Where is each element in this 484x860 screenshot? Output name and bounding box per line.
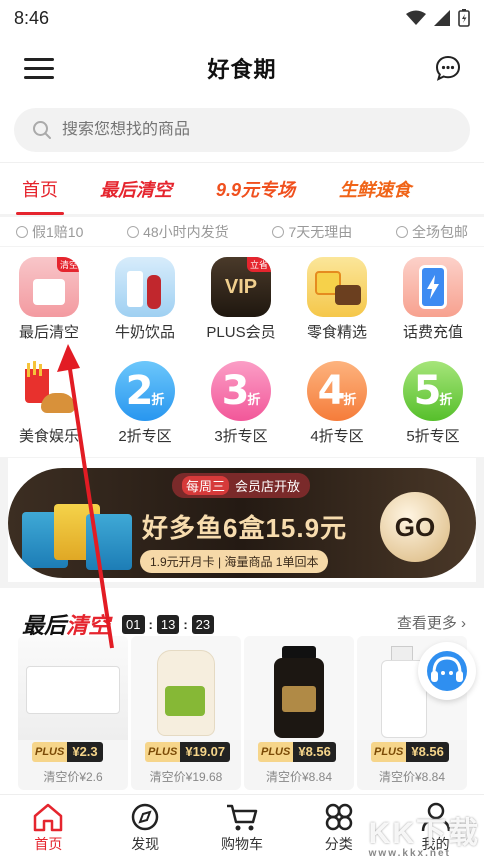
milk-drink-icon [115,257,175,317]
discount-badge-icon: 4折 [307,361,367,421]
category-50-percent[interactable]: 5折 5折专区 [385,351,481,446]
banner-badge: 每周三 会员店开放 [172,473,311,498]
product-image [18,636,128,740]
nav-home[interactable]: 首页 [0,795,97,860]
home-icon [34,803,63,831]
promise-item: 全场包邮 [395,222,468,242]
wifi-icon [406,10,426,25]
promise-item: 假1赔10 [16,222,83,242]
plus-price-tag: PLUS ¥19.07 [145,742,231,762]
search-input[interactable] [62,121,422,139]
product-card[interactable]: PLUS ¥2.3 清空价¥2.6 [18,636,128,790]
clock-icon [127,225,140,238]
banner-headline: 好多鱼6盒15.9元 [142,513,348,543]
plus-price-tag: PLUS ¥2.3 [32,742,103,762]
banner-go-button[interactable]: GO [380,492,450,562]
category-label: 2折专区 [118,428,172,445]
customer-service-button[interactable] [418,642,476,700]
category-label: 3折专区 [214,428,268,445]
guarantee-icon [16,225,28,238]
category-label: 4折专区 [310,428,364,445]
category-label: 美食娱乐 [18,428,79,445]
headset-icon [427,651,467,691]
product-image [244,636,354,740]
search-area [0,100,484,162]
view-more-link[interactable]: 查看更多 › [397,612,466,633]
last-clearance-section: 最后清空 01: 13: 23 查看更多 › PLUS ¥2.3 清空价¥2.6 … [0,588,484,794]
discount-badge-icon: 5折 [403,361,463,421]
category-snacks[interactable]: 零食精选 [289,247,385,342]
search-icon [33,121,51,139]
category-20-percent[interactable]: 2折 2折专区 [97,351,193,446]
category-label: 5折专区 [406,428,460,445]
discount-badge-icon: 2折 [115,361,175,421]
promise-item: 48小时内发货 [127,222,229,242]
category-milk-drinks[interactable]: 牛奶饮品 [97,247,193,342]
category-30-percent[interactable]: 3折 3折专区 [193,351,289,446]
nav-discover[interactable]: 发现 [97,795,194,860]
original-price: 清空价¥19.68 [149,770,223,784]
countdown-timer: 01: 13: 23 [122,614,215,634]
category-label: 话费充值 [402,324,463,341]
compass-icon [131,803,159,830]
product-image [131,636,241,740]
banner-background: 每周三 会员店开放 好多鱼6盒15.9元 1.9元开月卡 | 海量商品 1单回本… [8,468,476,578]
category-label: 零食精选 [306,324,367,341]
search-bar[interactable] [14,108,470,152]
product-card[interactable]: PLUS ¥19.07 清空价¥19.68 [131,636,241,790]
category-40-percent[interactable]: 4折 4折专区 [289,351,385,446]
nav-cart[interactable]: 购物车 [194,795,291,860]
app-bar: 好食期 [0,36,484,100]
plus-price-tag: PLUS ¥8.56 [258,742,336,762]
menu-icon[interactable] [24,58,54,80]
category-grid: 清空 最后清空 牛奶饮品 立省 VIP PLUS会员 零食精选 话费充值 美食娱… [0,247,484,457]
app-title: 好食期 [207,57,277,82]
promise-item: 7天无理由 [272,222,352,242]
signal-icon [434,10,450,26]
category-label: PLUS会员 [206,324,276,341]
tab-fresh-food[interactable]: 生鲜速食 [339,163,411,215]
category-phone-recharge[interactable]: 话费充值 [385,247,481,342]
message-icon[interactable] [434,54,462,82]
top-tabs: 首页 最后清空 9.9元专场 生鲜速食 [0,162,484,215]
vip-card-icon: 立省 VIP [211,257,271,317]
phone-recharge-icon [403,257,463,317]
battery-icon [458,9,470,27]
tab-9-9-yuan[interactable]: 9.9元专场 [216,163,295,215]
category-last-clearance[interactable]: 清空 最后清空 [1,247,97,342]
status-bar: 8:46 [0,0,484,36]
category-food-entertainment[interactable]: 美食娱乐 [1,351,97,446]
category-plus-member[interactable]: 立省 VIP PLUS会员 [193,247,289,342]
watermark-logo: KK下载 www.kkx.net [368,817,480,859]
system-icons [406,9,470,27]
cart-icon [226,804,258,830]
original-price: 清空价¥8.84 [378,770,446,784]
truck-icon [395,225,408,238]
category-label: 最后清空 [18,324,79,341]
category-label: 牛奶饮品 [114,324,175,341]
clearance-cart-icon: 清空 [19,257,79,317]
burger-fries-icon [19,361,79,421]
tab-last-clearance[interactable]: 最后清空 [100,163,172,215]
product-boxes-image [22,504,132,572]
banner-subtitle: 1.9元开月卡 | 海量商品 1单回本 [140,550,329,573]
service-promise-strip: 假1赔10 48小时内发货 7天无理由 全场包邮 [0,216,484,246]
status-time: 8:46 [14,7,50,28]
grid-flower-icon [325,803,353,830]
snack-icon [307,257,367,317]
plus-price-tag: PLUS ¥8.56 [371,742,449,762]
shield-icon [272,225,285,238]
product-card[interactable]: PLUS ¥8.56 清空价¥8.84 [244,636,354,790]
original-price: 清空价¥8.84 [265,770,333,784]
promo-banner[interactable]: 每周三 会员店开放 好多鱼6盒15.9元 1.9元开月卡 | 海量商品 1单回本… [8,458,476,582]
discount-badge-icon: 3折 [211,361,271,421]
original-price: 清空价¥2.6 [43,770,103,784]
tab-home[interactable]: 首页 [16,163,64,215]
